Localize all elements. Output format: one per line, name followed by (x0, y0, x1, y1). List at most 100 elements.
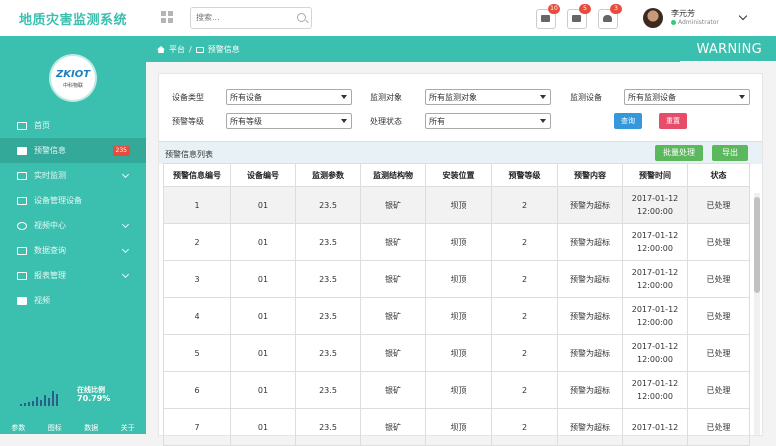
sidebar-item-video-center[interactable]: 视频中心 (0, 213, 146, 238)
scrollbar-thumb[interactable] (754, 197, 760, 293)
table-cell: 预警为超标 (557, 297, 623, 335)
chevron-down-icon (121, 245, 130, 254)
column-header[interactable]: 监测结构物 (360, 163, 426, 187)
footer-link-data[interactable]: 数据 (84, 423, 98, 433)
table-cell: 预警为超标 (557, 260, 623, 298)
sidebar-item-label: 首页 (34, 121, 50, 130)
chevron-down-icon[interactable] (738, 11, 748, 21)
table-cell: 23.5 (295, 408, 361, 446)
breadcrumb: 平台 / 预警信息 (157, 44, 240, 55)
column-header[interactable]: 预警信息编号 (163, 163, 231, 187)
list-title: 预警信息列表 (165, 150, 213, 159)
monitor-device-select[interactable]: 所有监测设备 (624, 89, 750, 105)
sidebar-item-home[interactable]: 首页 (0, 113, 146, 138)
search-box (190, 7, 312, 29)
mail-icon[interactable]: 5 (567, 4, 591, 29)
table-row[interactable]: 7 01 23.5 银矿 坝顶 2 预警为超标 2017-01-12 已处理 (163, 408, 750, 446)
monitor-icon (17, 121, 27, 130)
table-cell: 4 (163, 297, 231, 335)
table-cell: 01 (230, 334, 296, 372)
table-cell: 01 (230, 186, 296, 224)
user-name[interactable]: 李元芳 (671, 8, 695, 19)
table-cell: 2 (491, 186, 558, 224)
sidebar-item-warnings[interactable]: 预警信息 235 (0, 138, 146, 163)
sidebar-item-devices[interactable]: 设备管理设备 (0, 188, 146, 213)
server-icon (17, 196, 27, 205)
table-cell: 坝顶 (425, 186, 492, 224)
column-header[interactable]: 设备编号 (230, 163, 296, 187)
sidebar-item-reports[interactable]: 报表管理 (0, 263, 146, 288)
table-row[interactable]: 3 01 23.5 银矿 坝顶 2 预警为超标 2017-01-12 12:00… (163, 260, 750, 298)
column-header[interactable]: 状态 (687, 163, 750, 187)
search-icon[interactable] (297, 13, 306, 22)
table-row[interactable]: 1 01 23.5 银矿 坝顶 2 预警为超标 2017-01-12 12:00… (163, 186, 750, 224)
banner-underline (680, 61, 776, 62)
sidebar-item-label: 视频中心 (34, 221, 66, 230)
warn-level-select[interactable]: 所有等级 (226, 113, 352, 129)
table-row[interactable]: 4 01 23.5 银矿 坝顶 2 预警为超标 2017-01-12 12:00… (163, 297, 750, 335)
table-cell: 2017-01-12 12:00:00 (622, 297, 688, 335)
footer-link-params[interactable]: 参数 (11, 423, 25, 433)
device-type-label: 设备类型 (172, 93, 204, 102)
table-cell: 银矿 (360, 260, 426, 298)
table-scrollbar[interactable] (754, 193, 760, 435)
sidebar-footer: 参数 图标 数据 关于 (0, 423, 146, 433)
table-cell: 银矿 (360, 408, 426, 446)
bell-icon[interactable]: 3 (598, 4, 622, 29)
table-row[interactable]: 5 01 23.5 银矿 坝顶 2 预警为超标 2017-01-12 12:00… (163, 334, 750, 372)
table-cell: 已处理 (687, 223, 750, 261)
inbox-icon[interactable]: 10 (536, 4, 560, 29)
sidebar-item-realtime[interactable]: 实时监测 (0, 163, 146, 188)
table-cell: 已处理 (687, 260, 750, 298)
chevron-down-icon (121, 220, 130, 229)
table-cell: 2 (491, 334, 558, 372)
column-header[interactable]: 预警等级 (491, 163, 558, 187)
user-role: Administrator (671, 19, 719, 26)
sidebar-item-data-query[interactable]: 数据查询 (0, 238, 146, 263)
inbox-count-badge: 10 (548, 4, 560, 14)
reset-button[interactable]: 重置 (659, 113, 687, 129)
batch-process-button[interactable]: 批量处理 (655, 145, 703, 161)
table-row[interactable]: 2 01 23.5 银矿 坝顶 2 预警为超标 2017-01-12 12:00… (163, 223, 750, 261)
online-sparkline (20, 391, 58, 406)
status-select[interactable]: 所有 (425, 113, 551, 129)
chevron-down-icon (121, 170, 130, 179)
table-cell: 3 (163, 260, 231, 298)
breadcrumb-home[interactable]: 平台 (169, 44, 185, 55)
column-header[interactable]: 安装位置 (425, 163, 492, 187)
table-cell: 2017-01-12 12:00:00 (622, 260, 688, 298)
table-cell: 已处理 (687, 334, 750, 372)
settings-icon (17, 221, 27, 230)
status-label: 处理状态 (370, 117, 402, 126)
table-cell: 01 (230, 297, 296, 335)
envelope-icon (17, 146, 27, 155)
grid-menu-icon[interactable] (161, 11, 174, 24)
avatar[interactable] (643, 8, 663, 28)
table-cell: 银矿 (360, 334, 426, 372)
monitor-target-select[interactable]: 所有监测对象 (425, 89, 551, 105)
column-header[interactable]: 监测参数 (295, 163, 361, 187)
column-header[interactable]: 预警时间 (622, 163, 688, 187)
table-icon (17, 271, 27, 280)
footer-link-icons[interactable]: 图标 (48, 423, 62, 433)
column-header[interactable]: 预警内容 (557, 163, 623, 187)
breadcrumb-bar: 平台 / 预警信息 WARNING (146, 36, 776, 62)
export-button[interactable]: 导出 (712, 145, 748, 161)
table-cell: 2017-01-12 12:00:00 (622, 371, 688, 409)
table-cell: 预警为超标 (557, 371, 623, 409)
sidebar-item-label: 数据查询 (34, 246, 66, 255)
device-type-select[interactable]: 所有设备 (226, 89, 352, 105)
footer-link-about[interactable]: 关于 (121, 423, 135, 433)
search-input[interactable] (191, 8, 292, 26)
query-button[interactable]: 查询 (614, 113, 642, 129)
logo-subtext: 中科物联 (62, 83, 83, 89)
monitor-icon (195, 46, 204, 53)
table-header-row: 预警信息编号 设备编号 监测参数 监测结构物 安装位置 预警等级 预警内容 预警… (163, 163, 750, 187)
table-row[interactable]: 6 01 23.5 银矿 坝顶 2 预警为超标 2017-01-12 12:00… (163, 371, 750, 409)
home-icon (157, 46, 165, 53)
sidebar-item-video[interactable]: 视频 (0, 288, 146, 313)
breadcrumb-current: 预警信息 (207, 45, 240, 54)
table-cell: 23.5 (295, 223, 361, 261)
table-cell: 坝顶 (425, 297, 492, 335)
table-cell: 预警为超标 (557, 223, 623, 261)
